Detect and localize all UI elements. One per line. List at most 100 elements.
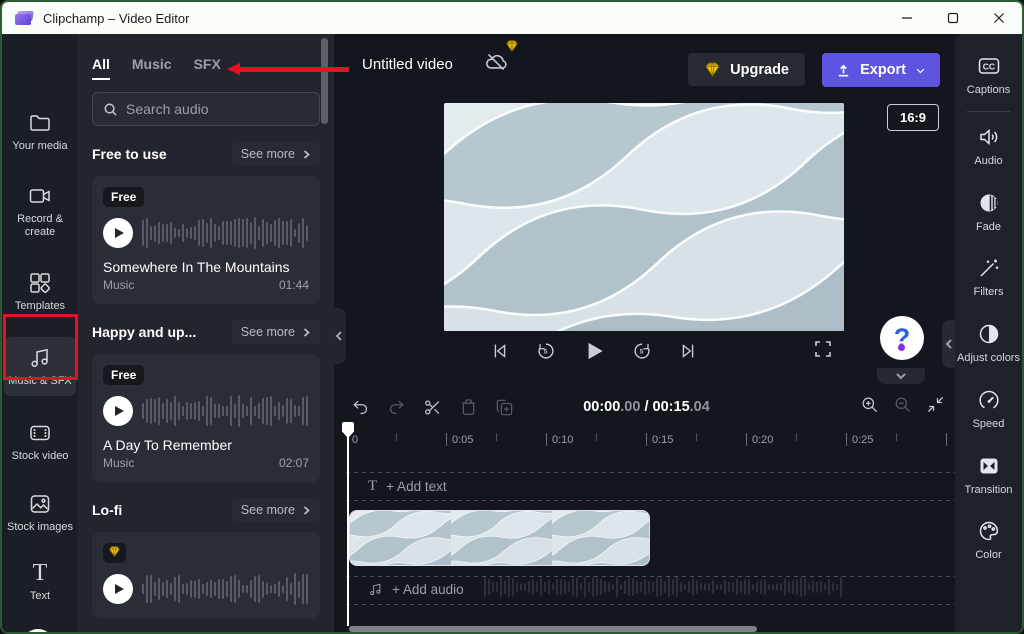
maximize-icon[interactable] (930, 2, 976, 34)
tool-captions[interactable]: CC Captions (955, 34, 1022, 109)
help-button[interactable]: ? (880, 316, 924, 360)
audio-waveform (142, 394, 309, 428)
playhead-line[interactable] (347, 426, 349, 626)
see-more-button[interactable]: See more (231, 142, 320, 166)
sidebar-more-button[interactable] (22, 629, 54, 632)
project-title[interactable]: Untitled video (362, 56, 453, 73)
panel-scrollbar[interactable] (321, 38, 328, 124)
play-button-icon[interactable] (581, 338, 607, 364)
ruler-label: 0:20 (752, 434, 774, 446)
play-preview-button[interactable] (103, 218, 133, 248)
sidebar-item-stock-images[interactable]: Stock images (2, 483, 78, 542)
export-button[interactable]: Export (822, 53, 940, 87)
fullscreen-button[interactable] (814, 340, 832, 363)
search-input[interactable] (126, 101, 296, 117)
tab-all[interactable]: All (92, 56, 110, 80)
cloud-sync-status (483, 49, 513, 79)
skip-start-icon[interactable] (489, 340, 511, 362)
close-icon[interactable] (976, 2, 1022, 34)
video-preview[interactable] (444, 103, 844, 331)
playback-controls: 5 5 (334, 338, 854, 364)
zoom-out-icon[interactable] (893, 395, 912, 414)
templates-grid-icon (30, 272, 50, 293)
collapse-panel-handle[interactable] (332, 308, 346, 364)
sidebar-item-templates[interactable]: Templates (2, 262, 78, 321)
section-title: Lo-fi (92, 502, 123, 518)
timeline-ruler[interactable]: 0 0:05 0:10 0:15 0:20 0:25 (334, 430, 959, 452)
chevron-left-icon (335, 331, 342, 341)
text-t-icon: T (368, 478, 378, 494)
audio-track-card[interactable] (92, 532, 320, 618)
music-sfx-panel: All Music SFX Free to use See more Free … (78, 34, 334, 632)
collapse-right-sidebar-handle[interactable] (942, 320, 955, 368)
music-note-icon (31, 348, 48, 367)
collapse-timeline-icon[interactable] (926, 395, 945, 414)
sidebar-item-your-media[interactable]: Your media (2, 102, 78, 161)
track-type: Music (103, 456, 135, 470)
chevron-left-icon (945, 339, 952, 349)
help-collapse-tab[interactable] (877, 368, 925, 384)
tool-color[interactable]: Color (955, 508, 1022, 574)
transition-icon (980, 458, 997, 473)
audio-track-card[interactable]: Free Somewhere In The Mountains Music 01:… (92, 176, 320, 304)
play-icon (115, 228, 124, 238)
sidebar-item-label: Music & SFX (8, 374, 72, 387)
fullscreen-icon (815, 341, 831, 357)
video-clip[interactable] (349, 510, 650, 566)
audio-track-card[interactable]: Free A Day To Remember Music 02:07 (92, 354, 320, 482)
add-audio-track[interactable]: + Add audio (368, 582, 464, 597)
stage: Untitled video Upgrade Export 16:9 5 5 ? (334, 34, 959, 386)
rewind-5s-icon[interactable]: 5 (535, 340, 557, 362)
film-strip-icon (30, 425, 50, 441)
tab-music[interactable]: Music (132, 56, 172, 80)
folder-icon (30, 115, 50, 131)
tool-label: Transition (964, 483, 1013, 496)
tool-adjust-colors[interactable]: Adjust colors (955, 311, 1022, 377)
zoom-in-icon[interactable] (860, 395, 879, 414)
ruler-label: 0:05 (452, 434, 474, 446)
aspect-ratio-badge[interactable]: 16:9 (886, 104, 939, 131)
tool-audio[interactable]: Audio (955, 114, 1022, 180)
sidebar-item-stock-video[interactable]: Stock video (2, 412, 78, 471)
video-camera-icon (29, 189, 50, 203)
fade-icon (980, 194, 997, 211)
skip-end-icon[interactable] (677, 340, 699, 362)
forward-5s-icon[interactable]: 5 (631, 340, 653, 362)
music-note-icon (370, 583, 381, 596)
sidebar-item-label: Stock video (11, 449, 69, 462)
free-badge: Free (103, 187, 145, 207)
sidebar-item-music-sfx[interactable]: Music & SFX (4, 336, 76, 396)
speed-gauge-icon (978, 390, 999, 409)
tool-transition[interactable]: Transition (955, 443, 1022, 509)
sidebar-item-text[interactable]: T Text (2, 552, 78, 611)
playhead-handle[interactable] (341, 422, 355, 440)
tool-filters[interactable]: Filters (955, 245, 1022, 311)
tool-speed[interactable]: Speed (955, 377, 1022, 443)
see-more-button[interactable]: See more (231, 498, 320, 522)
sidebar-item-label: Templates (14, 299, 66, 312)
free-badge: Free (103, 365, 145, 385)
tool-label: Adjust colors (957, 352, 1020, 364)
image-icon (30, 495, 50, 513)
premium-gem-badge (103, 543, 126, 563)
sidebar-item-record-create[interactable]: Record & create (2, 175, 78, 247)
right-sidebar: CC Captions Audio Fade Filters Adjust co… (955, 34, 1022, 632)
tool-fade[interactable]: Fade (955, 180, 1022, 246)
see-more-button[interactable]: See more (231, 320, 320, 344)
track-title: A Day To Remember (103, 437, 232, 453)
magic-wand-icon (979, 259, 998, 277)
track-type: Music (103, 278, 135, 292)
search-audio-box[interactable] (92, 92, 320, 126)
timeline-scrollbar[interactable] (349, 626, 757, 632)
chevron-right-icon (303, 505, 310, 515)
chevron-right-icon (303, 149, 310, 159)
upgrade-button[interactable]: Upgrade (688, 53, 805, 86)
minimize-icon[interactable] (884, 2, 930, 34)
tab-sfx[interactable]: SFX (194, 56, 221, 80)
play-icon (115, 584, 124, 594)
section-title: Free to use (92, 146, 167, 162)
play-preview-button[interactable] (103, 396, 133, 426)
add-text-track[interactable]: T + Add text (368, 478, 447, 495)
chevron-down-icon (916, 68, 925, 73)
play-preview-button[interactable] (103, 574, 133, 604)
